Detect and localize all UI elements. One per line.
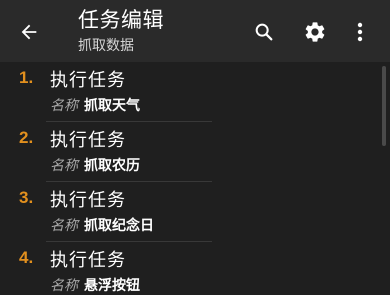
task-index: 4.	[19, 248, 34, 267]
settings-button[interactable]	[300, 17, 330, 47]
app-toolbar: 任务编辑 抓取数据	[0, 0, 390, 62]
task-detail: 名称 抓取天气	[50, 95, 140, 115]
task-item[interactable]: 4. 执行任务 名称 悬浮按钮	[0, 244, 212, 294]
task-value: 抓取纪念日	[84, 218, 154, 234]
arrow-left-icon	[21, 24, 37, 40]
divider	[46, 181, 212, 182]
task-list: 1. 执行任务 名称 抓取天气 2. 执行任务 名称 抓取农历 3. 执行任务 名称…	[0, 62, 390, 294]
task-index: 2.	[19, 128, 34, 147]
divider	[46, 121, 212, 122]
task-action: 执行任务	[50, 190, 126, 211]
task-index: 1.	[19, 68, 34, 87]
task-value: 悬浮按钮	[84, 278, 140, 294]
more-vertical-icon	[357, 22, 363, 42]
back-button[interactable]	[14, 17, 44, 47]
title-block: 任务编辑 抓取数据	[78, 6, 164, 56]
task-item[interactable]: 2. 执行任务 名称 抓取农历	[0, 124, 212, 182]
task-detail: 名称 悬浮按钮	[50, 275, 140, 295]
task-detail: 名称 抓取纪念日	[50, 215, 154, 235]
task-value: 抓取农历	[84, 158, 140, 174]
task-item[interactable]: 3. 执行任务 名称 抓取纪念日	[0, 184, 212, 242]
divider	[46, 241, 212, 242]
page-subtitle: 抓取数据	[78, 38, 134, 54]
task-action: 执行任务	[50, 130, 126, 151]
task-key-label: 名称	[50, 278, 78, 294]
search-button[interactable]	[250, 18, 278, 46]
scrollbar[interactable]	[382, 66, 386, 146]
page-title: 任务编辑	[78, 8, 164, 32]
task-detail: 名称 抓取农历	[50, 155, 140, 175]
task-action: 执行任务	[50, 70, 126, 91]
task-value: 抓取天气	[84, 98, 140, 114]
task-item[interactable]: 1. 执行任务 名称 抓取天气	[0, 64, 212, 122]
task-action: 执行任务	[50, 250, 126, 271]
task-key-label: 名称	[50, 218, 78, 234]
task-key-label: 名称	[50, 98, 78, 114]
task-key-label: 名称	[50, 158, 78, 174]
gear-icon	[305, 22, 325, 42]
search-icon	[255, 23, 273, 41]
more-options-button[interactable]	[350, 18, 370, 46]
task-index: 3.	[19, 188, 34, 207]
